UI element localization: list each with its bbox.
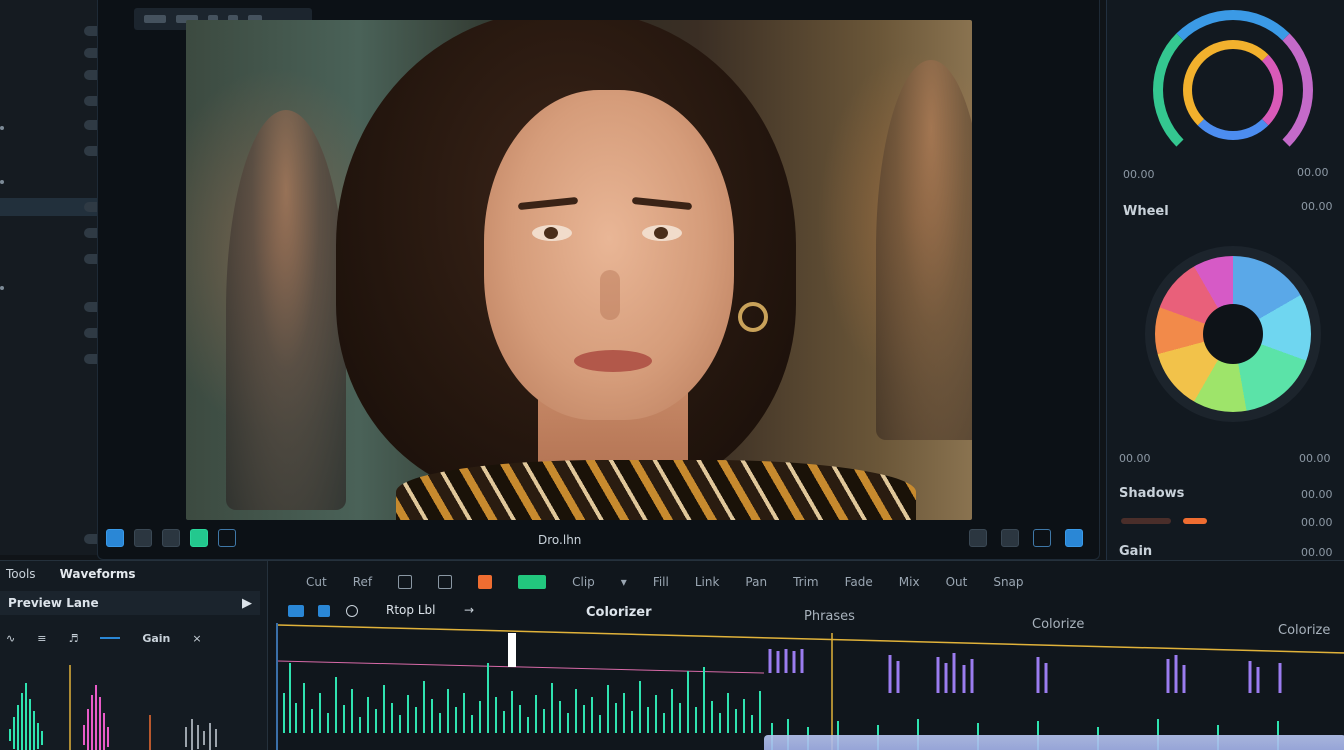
section-title: Preview Lane — [8, 596, 99, 610]
track-lock-icon[interactable] — [318, 605, 330, 617]
inspector-row[interactable] — [0, 66, 112, 84]
adjust-slider[interactable] — [1121, 518, 1171, 524]
playhead-marker[interactable] — [508, 633, 516, 667]
gain-value: 00.00 — [1301, 546, 1333, 559]
timeline-label: Phrases — [804, 609, 855, 624]
value-readout: 00.00 — [1299, 452, 1331, 465]
inspector-row[interactable] — [0, 530, 112, 548]
marker-icon[interactable] — [478, 575, 493, 589]
frame-outline-icon[interactable] — [218, 529, 236, 547]
timeline-editor: Tools Waveforms Preview Lane ▶ ∿ ≡ ♬ Gai… — [0, 560, 1344, 750]
inspector-row[interactable] — [0, 22, 112, 40]
grid-icon[interactable] — [162, 529, 180, 547]
waveform-icon[interactable]: ∿ — [6, 632, 15, 645]
split-view-icon[interactable] — [1033, 529, 1051, 547]
track-label: Rtop Lbl — [386, 603, 436, 617]
toolbar-item[interactable]: Clip — [572, 575, 595, 589]
gain-heading: Gain — [1119, 544, 1153, 559]
subject-earring — [738, 302, 768, 332]
view-mode-icon[interactable] — [106, 529, 124, 547]
toolbar-item[interactable]: Fill — [653, 575, 669, 589]
viewer-clip-label: Dro.lhn — [538, 533, 582, 547]
selected-clip[interactable] — [764, 735, 1344, 750]
section-heading: Shadows — [1119, 486, 1185, 501]
toolbar-item[interactable]: Out — [946, 575, 968, 589]
timeline-toolbar: Cut Ref Clip ▾ Fill Link Pan Trim Fade M… — [276, 567, 1344, 597]
audio-waveform-track — [278, 624, 1344, 750]
inspector-row[interactable] — [0, 142, 112, 160]
color-check-icon[interactable] — [190, 529, 208, 547]
gain-label: Gain — [142, 631, 171, 645]
audio-panel: Tools Waveforms Preview Lane ▶ ∿ ≡ ♬ Gai… — [0, 561, 268, 750]
audio-waveform-preview — [9, 665, 217, 750]
inspector-row[interactable] — [0, 350, 112, 368]
toolbar-item[interactable]: Ref — [353, 575, 372, 589]
section-value: 00.00 — [1301, 488, 1333, 501]
wheel-heading: Wheel — [1123, 204, 1169, 219]
sub-value: 00.00 — [1301, 516, 1333, 529]
preview-lane-header[interactable]: Preview Lane ▶ — [0, 591, 260, 615]
wheel-value: 00.00 — [1301, 200, 1333, 213]
toolbar-item[interactable]: Fade — [845, 575, 873, 589]
toolbar-item[interactable]: Link — [695, 575, 720, 589]
level-line-icon[interactable] — [100, 637, 121, 639]
subject-eye — [642, 225, 682, 241]
toolbar-item[interactable]: Snap — [993, 575, 1023, 589]
safe-area-icon[interactable] — [134, 529, 152, 547]
bullet-icon — [0, 180, 4, 184]
background-person — [226, 110, 346, 510]
bullet-icon — [0, 286, 4, 290]
video-viewer: Dro.lhn — [97, 0, 1100, 560]
subject-nose — [600, 270, 620, 320]
panel-tab-waveforms[interactable]: Waveforms — [60, 567, 136, 581]
value-readout: 00.00 — [1119, 452, 1151, 465]
snapshot-icon[interactable] — [1001, 529, 1019, 547]
compare-icon[interactable] — [969, 529, 987, 547]
speaker-icon[interactable]: ♬ — [68, 632, 78, 645]
subject-lips — [574, 350, 652, 372]
inspector-row[interactable] — [0, 250, 112, 268]
track-header: Rtop Lbl → Colorizer Phrases Colorize Co… — [276, 601, 1344, 638]
inspector-row[interactable] — [0, 116, 112, 134]
toolbar-item[interactable]: Mix — [899, 575, 920, 589]
snapshot-tool-icon[interactable] — [398, 575, 413, 589]
fullscreen-icon[interactable] — [1065, 529, 1083, 547]
arrow-right-icon[interactable]: → — [464, 603, 474, 617]
video-frame-portrait[interactable] — [186, 20, 972, 520]
toolbar-item[interactable]: Cut — [306, 575, 327, 589]
close-icon[interactable]: × — [192, 632, 201, 645]
color-wheel[interactable] — [1145, 246, 1321, 422]
adjust-slider-thumb[interactable] — [1183, 518, 1207, 524]
folder-icon[interactable] — [438, 575, 453, 589]
scope-ring-inner[interactable] — [1183, 40, 1283, 140]
toolbar-item[interactable]: Trim — [793, 575, 819, 589]
subject-shirt — [396, 460, 916, 520]
play-icon[interactable]: ▶ — [242, 596, 252, 611]
inspector-row-selected[interactable] — [0, 198, 112, 216]
inspector-row[interactable] — [0, 92, 112, 110]
scope-caption: 00.00 — [1297, 166, 1329, 179]
inspector-row[interactable] — [0, 224, 112, 242]
active-mode-icon[interactable] — [518, 575, 547, 589]
toolbar-item[interactable]: Pan — [745, 575, 767, 589]
color-grading-panel: 00.00 00.00 Wheel 00.00 00.00 00.00 Shad… — [1106, 0, 1344, 578]
meter-icon[interactable]: ≡ — [37, 632, 46, 645]
audio-controls: ∿ ≡ ♬ Gain × — [0, 621, 260, 655]
inspector-row[interactable] — [0, 44, 112, 62]
scope-caption: 00.00 — [1123, 168, 1155, 181]
inspector-row[interactable] — [0, 298, 112, 316]
panel-tab-tools[interactable]: Tools — [6, 567, 36, 581]
timeline-tracks[interactable] — [276, 623, 1344, 750]
subject-eye — [532, 225, 572, 241]
chevron-down-icon[interactable]: ▾ — [621, 575, 627, 589]
viewer-tool-button[interactable] — [144, 15, 166, 23]
bullet-icon — [0, 126, 4, 130]
record-icon[interactable] — [346, 605, 358, 617]
timeline-label: Colorizer — [586, 605, 652, 620]
inspector-row[interactable] — [0, 324, 112, 342]
track-view-icon[interactable] — [288, 605, 304, 617]
viewer-controls: Dro.lhn — [98, 521, 1099, 559]
